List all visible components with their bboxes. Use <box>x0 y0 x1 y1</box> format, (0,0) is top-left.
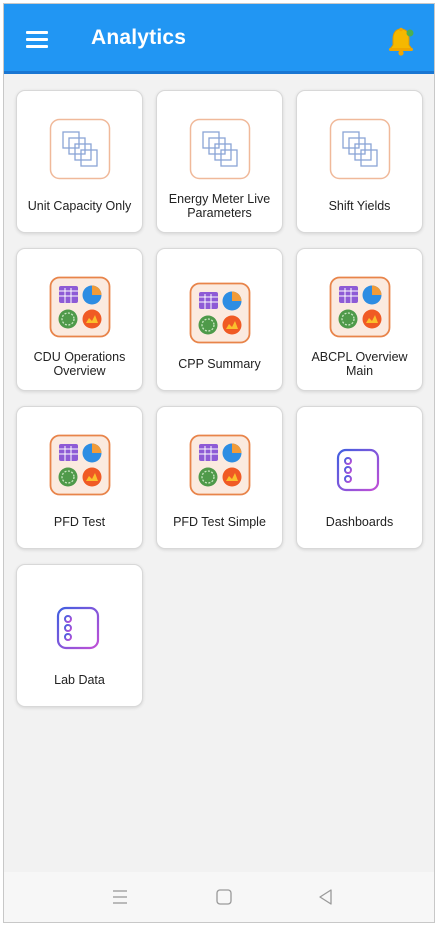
tile-pfd-test-simple[interactable]: PFD Test Simple <box>156 406 283 549</box>
dashboard-widgets-icon <box>49 434 111 496</box>
tile-label: CDU Operations Overview <box>33 350 126 378</box>
tile-dashboards[interactable]: Dashboards <box>296 406 423 549</box>
tile-label: Shift Yields <box>328 199 391 213</box>
tile-label: Unit Capacity Only <box>27 199 132 213</box>
tile-energy-meter-live-parameters[interactable]: Energy Meter Live Parameters <box>156 90 283 233</box>
tile-shift-yields[interactable]: Shift Yields <box>296 90 423 233</box>
tile-label: Energy Meter Live Parameters <box>168 192 271 220</box>
tile-label: ABCPL Overview Main <box>311 350 408 378</box>
home-icon[interactable] <box>214 887 234 907</box>
tile-cpp-summary[interactable]: CPP Summary <box>156 248 283 391</box>
tile-cdu-operations-overview[interactable]: CDU Operations Overview <box>16 248 143 391</box>
stacked-squares-icon <box>329 118 391 180</box>
tile-lab-data[interactable]: Lab Data <box>16 564 143 707</box>
tile-unit-capacity-only[interactable]: Unit Capacity Only <box>16 90 143 233</box>
recents-icon[interactable] <box>110 887 130 907</box>
dashboard-widgets-icon <box>189 434 251 496</box>
stacked-squares-icon <box>189 118 251 180</box>
list-icon <box>336 448 380 492</box>
tile-pfd-test[interactable]: PFD Test <box>16 406 143 549</box>
bell-icon[interactable] <box>386 26 416 56</box>
app-screen: Analytics Unit Capacity Only Energy Mete… <box>3 3 435 923</box>
hamburger-menu-icon[interactable] <box>26 31 48 49</box>
app-bar: Analytics <box>4 4 434 74</box>
back-icon[interactable] <box>316 887 336 907</box>
tile-label: PFD Test Simple <box>173 515 266 529</box>
system-nav-bar <box>4 872 434 922</box>
page-title: Analytics <box>91 26 187 49</box>
tile-label: Lab Data <box>54 673 105 687</box>
dashboard-widgets-icon <box>189 282 251 344</box>
dashboard-widgets-icon <box>49 276 111 338</box>
tile-abcpl-overview-main[interactable]: ABCPL Overview Main <box>296 248 423 391</box>
dashboard-widgets-icon <box>329 276 391 338</box>
tile-label: CPP Summary <box>178 357 261 371</box>
list-icon <box>56 606 100 650</box>
tile-label: PFD Test <box>53 515 106 529</box>
stacked-squares-icon <box>49 118 111 180</box>
tile-label: Dashboards <box>325 515 394 529</box>
